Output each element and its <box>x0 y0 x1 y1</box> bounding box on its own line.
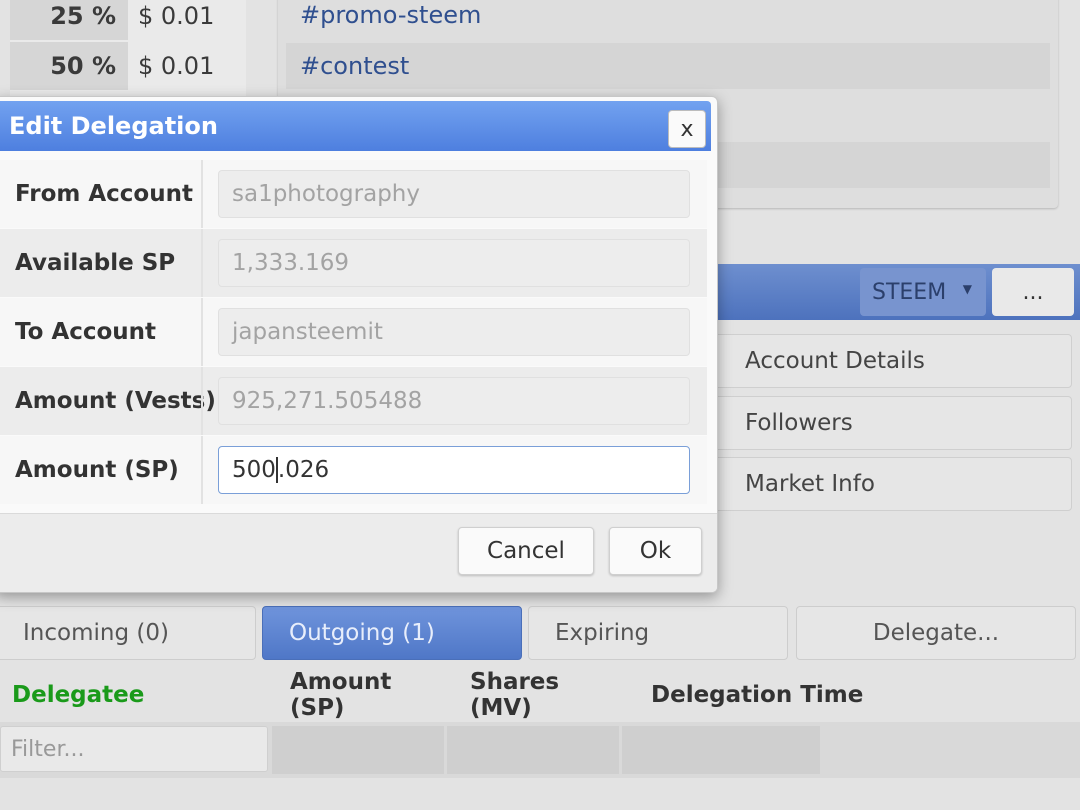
tab-outgoing[interactable]: Outgoing (1) <box>262 606 522 660</box>
divider <box>201 160 203 228</box>
column-header-amount-sp[interactable]: Amount (SP) <box>290 669 450 721</box>
close-button[interactable]: x <box>668 110 706 148</box>
amount-sp-value: .026 <box>277 457 330 483</box>
available-sp-field: 1,333.169 <box>218 239 690 287</box>
vote-percent: 50 % <box>10 42 128 90</box>
form-row-amount-sp: Amount (SP) 500.026 <box>0 436 707 504</box>
vote-value: $ 0.01 <box>138 52 215 80</box>
to-account-field: japansteemit <box>218 308 690 356</box>
form-row-amount-vests: Amount (Vests) 925,271.505488 <box>0 367 707 435</box>
tab-incoming[interactable]: Incoming (0) <box>0 606 256 660</box>
dialog-titlebar[interactable]: Edit Delegation x <box>0 101 711 151</box>
column-header-shares-mv[interactable]: Shares (MV) <box>470 669 620 721</box>
filter-cell <box>622 726 820 774</box>
divider <box>201 436 203 504</box>
filter-cell <box>447 726 619 774</box>
vote-row: 50 % $ 0.01 <box>10 42 246 90</box>
form-row-from-account: From Account sa1photography <box>0 160 707 228</box>
field-label: To Account <box>15 319 157 345</box>
edit-delegation-dialog: Edit Delegation x From Account sa1photog… <box>0 96 718 593</box>
divider <box>201 298 203 366</box>
tag-link[interactable]: #contest <box>286 43 1050 89</box>
market-info-button[interactable]: Market Info <box>710 457 1072 511</box>
tab-delegate[interactable]: Delegate... <box>796 606 1076 660</box>
currency-select-label: STEEM <box>872 279 947 305</box>
divider <box>201 367 203 435</box>
dialog-title: Edit Delegation <box>9 112 218 140</box>
filter-input[interactable]: Filter... <box>0 726 268 772</box>
ok-button[interactable]: Ok <box>609 527 702 575</box>
amount-vests-field: 925,271.505488 <box>218 377 690 425</box>
filter-cell <box>272 726 444 774</box>
field-label: Amount (Vests) <box>15 388 216 414</box>
column-header-delegatee[interactable]: Delegatee <box>12 670 270 720</box>
more-button[interactable]: ... <box>992 268 1074 316</box>
field-label: From Account <box>15 181 193 207</box>
currency-select[interactable]: STEEM ▼ <box>860 268 986 316</box>
from-account-field: sa1photography <box>218 170 690 218</box>
field-label: Available SP <box>15 250 176 276</box>
account-details-button[interactable]: Account Details <box>710 334 1072 388</box>
chevron-down-icon: ▼ <box>962 282 972 296</box>
form-row-available-sp: Available SP 1,333.169 <box>0 229 707 297</box>
column-header-delegation-time[interactable]: Delegation Time <box>651 670 971 720</box>
vote-value: $ 0.01 <box>138 2 215 30</box>
tab-expiring[interactable]: Expiring <box>528 606 788 660</box>
followers-button[interactable]: Followers <box>710 396 1072 450</box>
tag-link[interactable]: #promo-steem <box>286 0 1050 38</box>
cancel-button[interactable]: Cancel <box>458 527 594 575</box>
vote-row: 25 % $ 0.01 <box>10 0 246 40</box>
field-label: Amount (SP) <box>15 457 179 483</box>
amount-sp-input[interactable]: 500.026 <box>218 446 690 494</box>
form-row-to-account: To Account japansteemit <box>0 298 707 366</box>
divider <box>201 229 203 297</box>
amount-sp-value: 500 <box>232 457 276 483</box>
vote-percent: 25 % <box>10 0 128 40</box>
